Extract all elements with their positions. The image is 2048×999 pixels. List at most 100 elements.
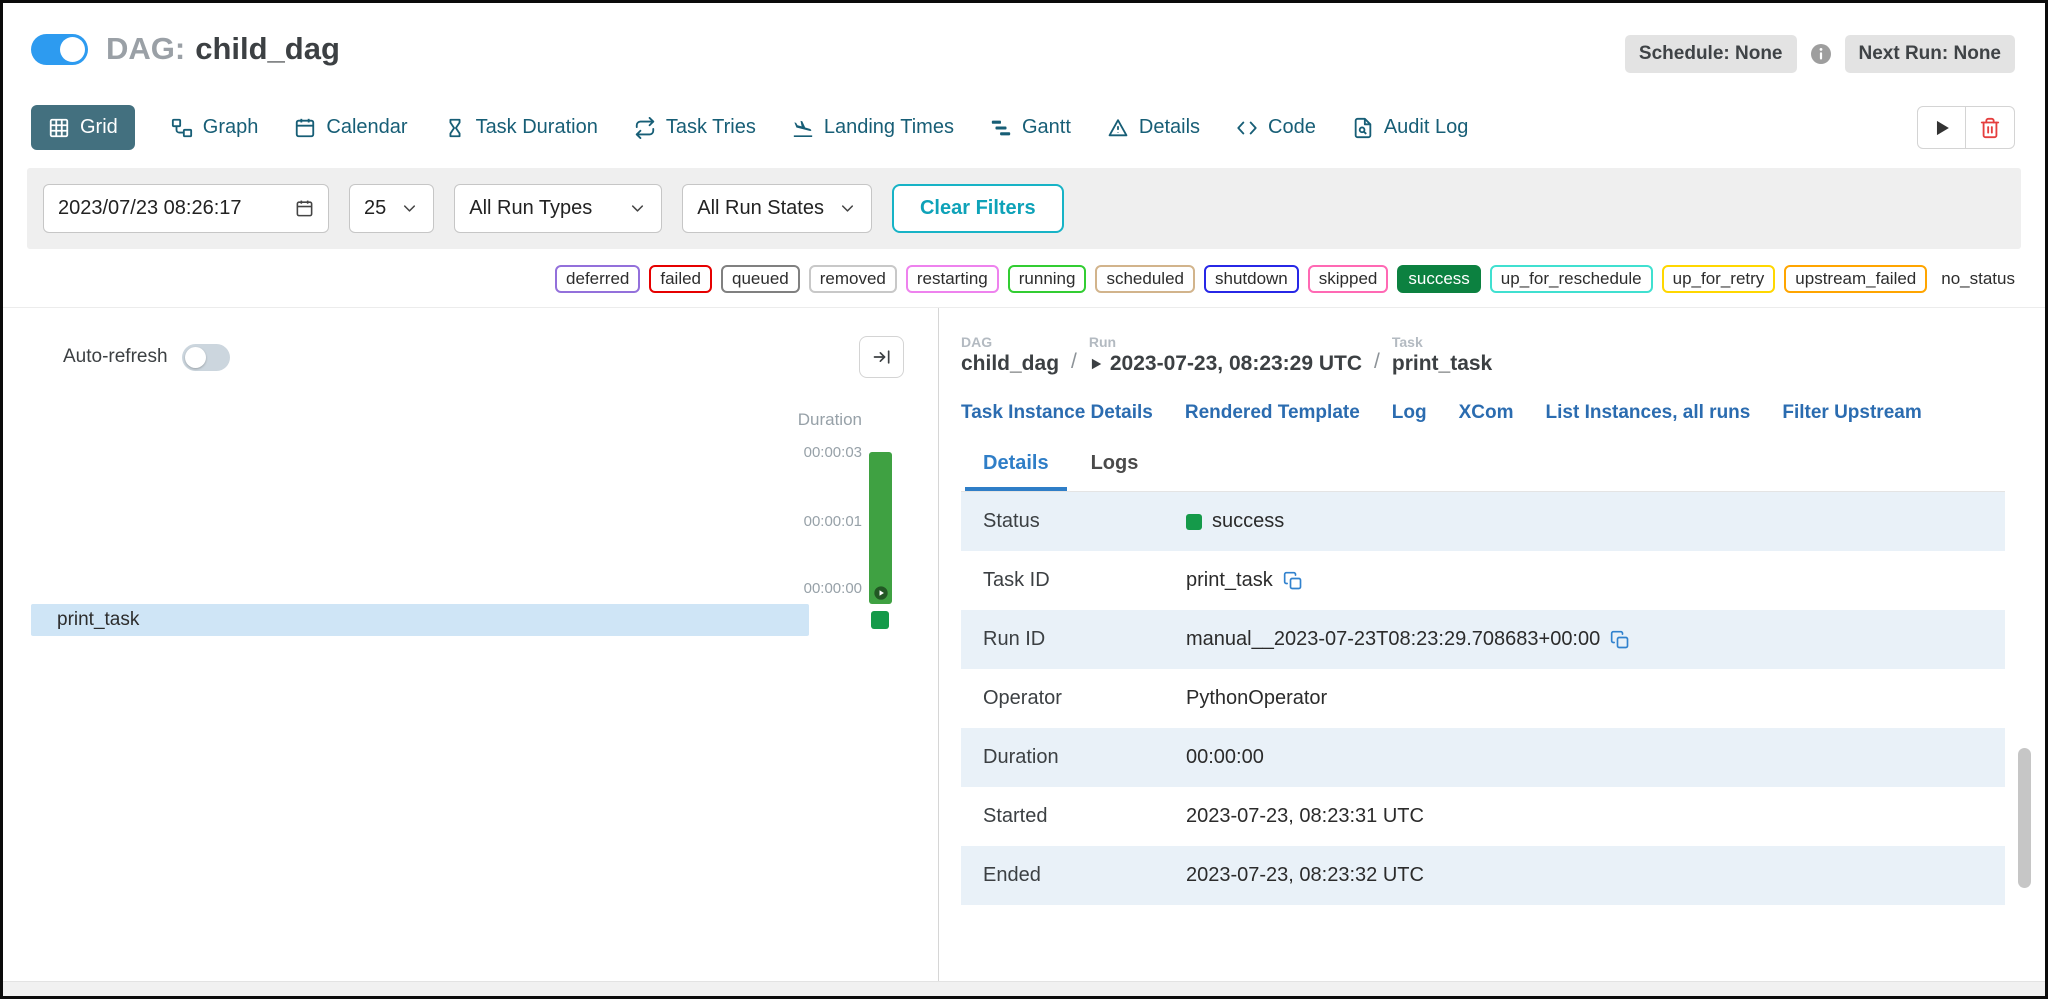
tab-label: Audit Log [1383,116,1469,138]
detail-row-label: Task ID [983,569,1050,591]
plane-landing-icon [792,117,814,139]
copy-icon [1610,630,1630,650]
dag-pause-toggle[interactable] [31,33,88,65]
tab-label: Details [1138,116,1201,138]
status-legend: deferred failed queued removed restartin… [3,249,2045,307]
manual-run-icon [873,585,889,601]
task-instance-links: Task Instance Details Rendered Template … [961,402,2005,424]
tab-calendar[interactable]: Calendar [294,116,408,139]
view-tabs: Grid Graph Calendar Task Duration Task T… [3,89,2045,168]
breadcrumb-task-label: Task [1391,334,1423,350]
breadcrumb-task[interactable]: Task print_task [1392,334,1492,376]
tab-label: Code [1268,116,1316,138]
trigger-dag-button[interactable] [1917,106,1966,149]
clear-filters-button[interactable]: Clear Filters [891,184,1064,233]
duration-tick: 00:00:03 [803,444,862,461]
run-state-select[interactable]: All Run States [682,184,872,233]
breadcrumb-run-label: Run [1088,334,1117,350]
vertical-scrollbar-thumb[interactable] [2018,748,2031,888]
delete-dag-button[interactable] [1966,106,2015,149]
legend-badge: upstream_failed [1784,265,1928,293]
play-icon [1931,117,1953,139]
tab-code[interactable]: Code [1236,116,1316,139]
base-date-input[interactable]: 2023/07/23 08:26:17 [43,184,329,233]
toggle-details-panel-button[interactable] [859,336,904,378]
dag-run-bar[interactable] [869,452,892,604]
tab-label: Graph [202,116,259,138]
info-icon[interactable] [1809,42,1833,66]
task-row-print-task[interactable]: print_task [31,604,809,636]
run-type-value: All Run Types [469,197,593,219]
task-instance-square[interactable] [871,611,889,629]
triangle-icon [1107,117,1129,139]
tab-graph[interactable]: Graph [171,116,259,139]
link-rendered-template[interactable]: Rendered Template [1185,402,1360,424]
tab-grid[interactable]: Grid [31,105,135,150]
calendar-icon [294,117,316,139]
detail-tabs: Details Logs [961,442,2005,492]
filter-bar: 2023/07/23 08:26:17 25 All Run Types All… [27,168,2021,249]
horizontal-scrollbar[interactable] [3,981,2045,996]
breadcrumb-run-value: 2023-07-23, 08:23:29 UTC [1109,352,1363,375]
chevron-down-icon [400,199,419,218]
auto-refresh-toggle[interactable] [181,343,230,371]
link-xcom[interactable]: XCom [1459,402,1514,424]
link-log[interactable]: Log [1392,402,1427,424]
legend-badge: running [1007,265,1087,293]
legend-badge: removed [808,265,897,293]
copy-icon [1283,571,1303,591]
tab-gantt[interactable]: Gantt [990,116,1071,139]
legend-badge: failed [649,265,712,293]
legend-badge: scheduled [1095,265,1195,293]
link-filter-upstream[interactable]: Filter Upstream [1782,402,1921,424]
grid-icon [48,117,70,139]
num-runs-select[interactable]: 25 [349,184,435,233]
chevron-down-icon [628,199,647,218]
arrow-to-bar-icon [872,347,892,367]
detail-row: Run ID manual__2023-07-23T08:23:29.70868… [961,610,2005,669]
gantt-icon [990,117,1012,139]
detail-row: Status success [961,492,2005,551]
run-type-select[interactable]: All Run Types [454,184,663,233]
detail-row-value: PythonOperator [1186,687,1328,709]
legend-badge: success [1397,265,1481,293]
breadcrumb-task-value: print_task [1391,352,1493,375]
detail-row-label: Status [983,510,1040,532]
tab-details-details[interactable]: Details [965,442,1067,491]
copy-button[interactable] [1283,571,1303,591]
tab-task-tries[interactable]: Task Tries [634,116,756,139]
next-run-badge: Next Run: None [1844,35,2015,73]
detail-row-label: Run ID [983,628,1046,650]
tab-details-logs[interactable]: Logs [1073,442,1157,491]
detail-table: Status success Task ID print_task Run ID [961,492,2005,905]
tab-task-duration[interactable]: Task Duration [444,116,598,139]
copy-button[interactable] [1610,630,1630,650]
audit-log-icon [1352,117,1374,139]
breadcrumb-run[interactable]: Run 2023-07-23, 08:23:29 UTC [1089,334,1362,376]
dag-actions [1917,106,2015,149]
tab-details[interactable]: Details [1107,116,1200,139]
tab-audit-log[interactable]: Audit Log [1352,116,1469,139]
graph-icon [171,117,193,139]
tab-landing-times[interactable]: Landing Times [792,116,954,139]
link-task-instance-details[interactable]: Task Instance Details [961,402,1153,424]
breadcrumb-dag[interactable]: DAG child_dag [961,334,1059,376]
detail-row-label: Operator [983,687,1062,709]
legend-badge: deferred [555,265,641,293]
airflow-dag-page: DAG: child_dag Schedule: None Next Run: … [0,0,2048,999]
main-content: Auto-refresh Duration 00:00:03 00:00:01 … [3,307,2045,981]
detail-row-value: 00:00:00 [1186,746,1264,768]
detail-row-value: manual__2023-07-23T08:23:29.708683+00:00 [1186,628,1601,650]
tab-label: Calendar [326,116,408,138]
dag-header: DAG: child_dag Schedule: None Next Run: … [3,3,2045,89]
tab-label: Grid [80,116,118,138]
chevron-down-icon [838,199,857,218]
detail-row: Started 2023-07-23, 08:23:31 UTC [961,787,2005,846]
detail-row-label: Ended [983,864,1041,886]
detail-row: Duration 00:00:00 [961,728,2005,787]
duration-axis-label: Duration [797,410,862,429]
tab-label: Task Tries [665,116,756,138]
status-square [1186,513,1202,530]
legend-badge: up_for_retry [1661,265,1776,293]
link-list-instances[interactable]: List Instances, all runs [1546,402,1751,424]
